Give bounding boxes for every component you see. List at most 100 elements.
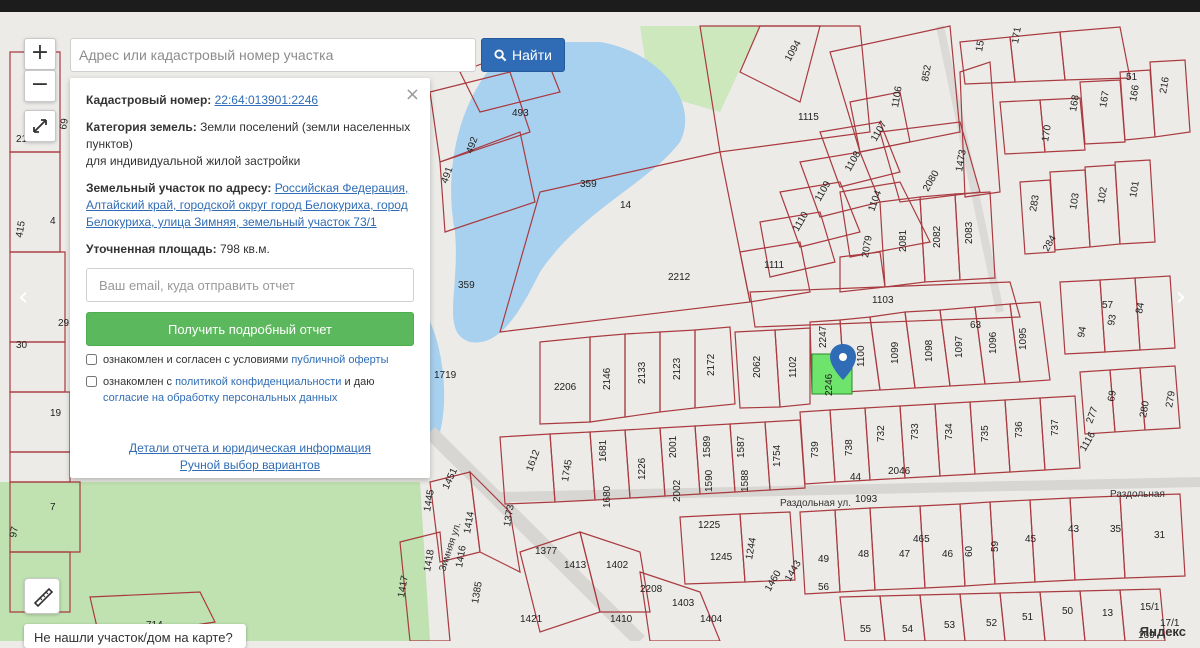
category-row: Категория земель: Земли поселений (земли… [86,119,414,170]
plot-number-label: 48 [858,549,870,560]
plot-number-label: 101 [1128,180,1142,199]
bottom-links: Детали отчета и юридическая информация Р… [86,440,414,474]
plot-number-label: 1680 [602,485,613,508]
plot-number-label: 167 [1098,90,1112,109]
details-link[interactable]: Детали отчета и юридическая информация [129,441,371,455]
expand-icon [33,119,47,133]
plot-number-label: 13 [1102,608,1114,619]
plot-number-label: 1451 [441,466,461,491]
plot-number-label: 1111 [764,260,784,271]
privacy-policy-link[interactable]: политикой конфиденциальности [175,376,341,388]
plot-number-label: 29 [58,318,70,329]
fullscreen-button[interactable] [24,110,56,142]
plot-number-label: 44 [850,472,862,483]
plot-number-label: 1097 [954,335,965,358]
plot-number-label: 1244 [744,536,759,560]
plot-number-label: 1445 [422,488,437,512]
close-icon[interactable]: × [405,84,420,105]
plot-number-label: 2001 [668,435,679,458]
plot-number-label: 50 [1062,606,1074,617]
cadastral-number-link[interactable]: 22:64:013901:2246 [215,93,318,107]
plot-number-label: 1403 [672,598,695,609]
ruler-button[interactable] [24,578,60,614]
plot-number-label: 53 [944,620,956,631]
consent-offer-text: ознакомлен и согласен с условиями публич… [103,354,389,366]
plot-number-label: 47 [899,549,911,560]
plot-number-label: 1377 [535,546,558,557]
plot-info-panel: × Кадастровый номер: 22:64:013901:2246 К… [70,78,430,478]
plot-number-label: 1719 [434,370,457,381]
chevron-left-icon[interactable]: ‹ [18,282,28,312]
search-input[interactable] [70,38,476,72]
plot-number-label: 2146 [602,367,613,390]
street-label-raszdolnaya: Раздольная ул. [780,498,851,509]
lake [451,42,686,343]
plot-number-label: 1095 [1018,327,1029,350]
chevron-right-icon[interactable]: › [1176,282,1186,312]
zoom-in-button[interactable]: + [24,38,56,70]
search-button[interactable]: Найти [481,38,565,72]
plot-number-label: 103 [1068,192,1082,211]
consent-offer-checkbox[interactable] [86,354,97,365]
manual-select-link[interactable]: Ручной выбор вариантов [180,458,320,472]
consent-privacy-row: ознакомлен с политикой конфиденциальност… [86,374,414,406]
plot-number-label: 736 [1014,421,1025,438]
plot-number-label: 1100 [856,345,867,367]
consent-privacy-checkbox[interactable] [86,376,97,387]
plot-number-label: 2080 [921,168,942,193]
plot-number-label: 1104 [866,189,884,213]
plot-number-label: 2046 [888,466,911,477]
plot-number-label: 2081 [898,229,909,252]
search-icon [494,48,507,61]
plot-number-label: 2206 [554,382,577,393]
plot-number-label: 277 [1084,405,1100,425]
plot-number-label: 15 [974,39,987,52]
plot-number-label: 1414 [462,510,477,534]
plot-number-label: 359 [458,280,475,291]
plot-number-label: 1109 [813,179,833,204]
plot-number-label: 1612 [524,448,542,473]
get-report-button[interactable]: Получить подробный отчет [86,312,414,346]
plot-number-label: 2062 [752,355,763,378]
plot-number-label: 51 [1126,72,1138,83]
plot-number-label: 7 [50,502,56,513]
plot-number-label: 279 [1164,390,1178,409]
plot-number-label: 2123 [672,357,683,380]
plot-number-label: 1416 [454,544,469,568]
plot-number-label: 168 [1068,94,1082,113]
plot-number-label: 2212 [668,272,691,283]
plot-number-label: 1226 [637,457,648,480]
street-label-raszdolnaya-east: Раздольная [1110,489,1165,500]
public-offer-link[interactable]: публичной оферты [291,354,388,366]
not-found-hint[interactable]: Не нашли участок/дом на карте? [24,624,246,648]
water-plot-label: 359 [580,179,597,190]
area-label: Уточненная площадь: [86,242,217,256]
plot-number-label: 1245 [710,552,733,563]
plot-number-label: 14 [620,200,632,211]
browser-top-bar [0,0,1200,12]
plot-number-label: 2079 [860,234,875,258]
plot-number-label: 56 [818,582,830,593]
plot-number-label: 216 [1158,76,1172,95]
plot-number-label: 1413 [564,560,587,571]
plot-number-label: 1093 [855,494,878,505]
zoom-out-button[interactable]: − [24,70,56,102]
plot-number-label: 51 [1022,612,1034,623]
email-field[interactable] [86,268,414,302]
plot-number-label: 1099 [890,341,901,364]
plot-number-label: 60 [964,545,975,557]
consent-offer-row: ознакомлен и согласен с условиями публич… [86,352,414,368]
plot-number-label: 415 [14,220,28,239]
plot-number-label: 2208 [640,584,663,595]
ruler-icon [33,587,54,608]
data-consent-link[interactable]: согласие на обработку персональных данны… [103,392,337,404]
lake-small [430,322,445,442]
category-use: для индивидуальной жилой застройки [86,154,301,168]
plot-number-label: 54 [902,624,914,635]
plot-number-label: 43 [1068,524,1080,535]
plot-number-label: 1102 [788,356,799,378]
plot-number-label: 45 [1025,534,1037,545]
plot-number-label: 1115 [798,112,819,123]
plot-number-label: 1404 [700,614,723,625]
plot-number-label: 1110 [791,210,811,234]
